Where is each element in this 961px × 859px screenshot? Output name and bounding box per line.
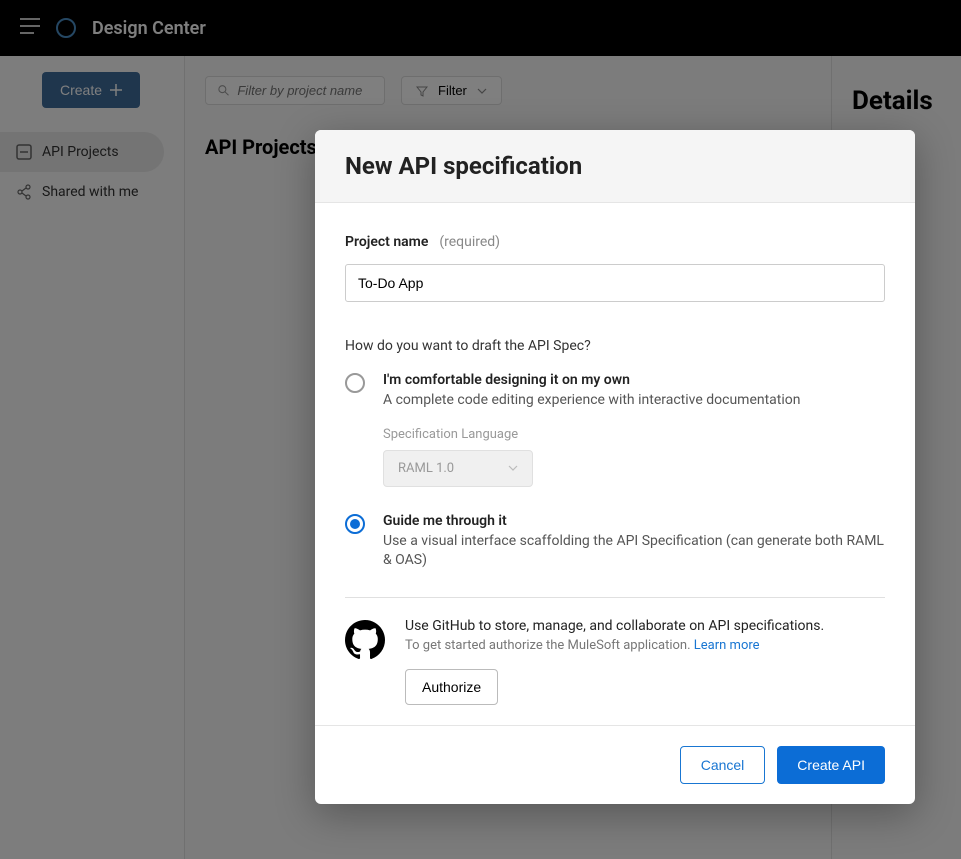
radio-guide-circle[interactable]	[345, 514, 365, 534]
new-api-modal: New API specification Project name (requ…	[315, 130, 915, 804]
chevron-down-icon	[508, 465, 518, 471]
create-api-button[interactable]: Create API	[777, 746, 885, 784]
modal-footer: Cancel Create API	[315, 725, 915, 804]
radio-option-own[interactable]: I'm comfortable designing it on my own A…	[345, 372, 885, 487]
draft-question: How do you want to draft the API Spec?	[345, 338, 885, 354]
modal-header: New API specification	[315, 130, 915, 203]
github-title: Use GitHub to store, manage, and collabo…	[405, 618, 824, 634]
cancel-button[interactable]: Cancel	[680, 746, 766, 784]
github-section: Use GitHub to store, manage, and collabo…	[345, 618, 885, 705]
github-icon	[345, 620, 385, 664]
required-indicator: (required)	[432, 234, 500, 250]
spec-language-value: RAML 1.0	[398, 461, 454, 476]
radio-own-title: I'm comfortable designing it on my own	[383, 372, 885, 388]
radio-option-guide[interactable]: Guide me through it Use a visual interfa…	[345, 513, 885, 571]
project-name-input[interactable]	[345, 264, 885, 302]
modal-title: New API specification	[345, 152, 885, 180]
authorize-button[interactable]: Authorize	[405, 669, 498, 705]
spec-language-label: Specification Language	[383, 427, 885, 442]
radio-guide-title: Guide me through it	[383, 513, 885, 529]
radio-own-desc: A complete code editing experience with …	[383, 391, 885, 411]
learn-more-link[interactable]: Learn more	[694, 638, 760, 653]
divider	[345, 597, 885, 598]
project-name-label: Project name	[345, 234, 428, 250]
spec-language-select[interactable]: RAML 1.0	[383, 450, 533, 487]
radio-guide-desc: Use a visual interface scaffolding the A…	[383, 532, 885, 571]
github-subtitle: To get started authorize the MuleSoft ap…	[405, 638, 824, 653]
radio-own-circle[interactable]	[345, 373, 365, 393]
